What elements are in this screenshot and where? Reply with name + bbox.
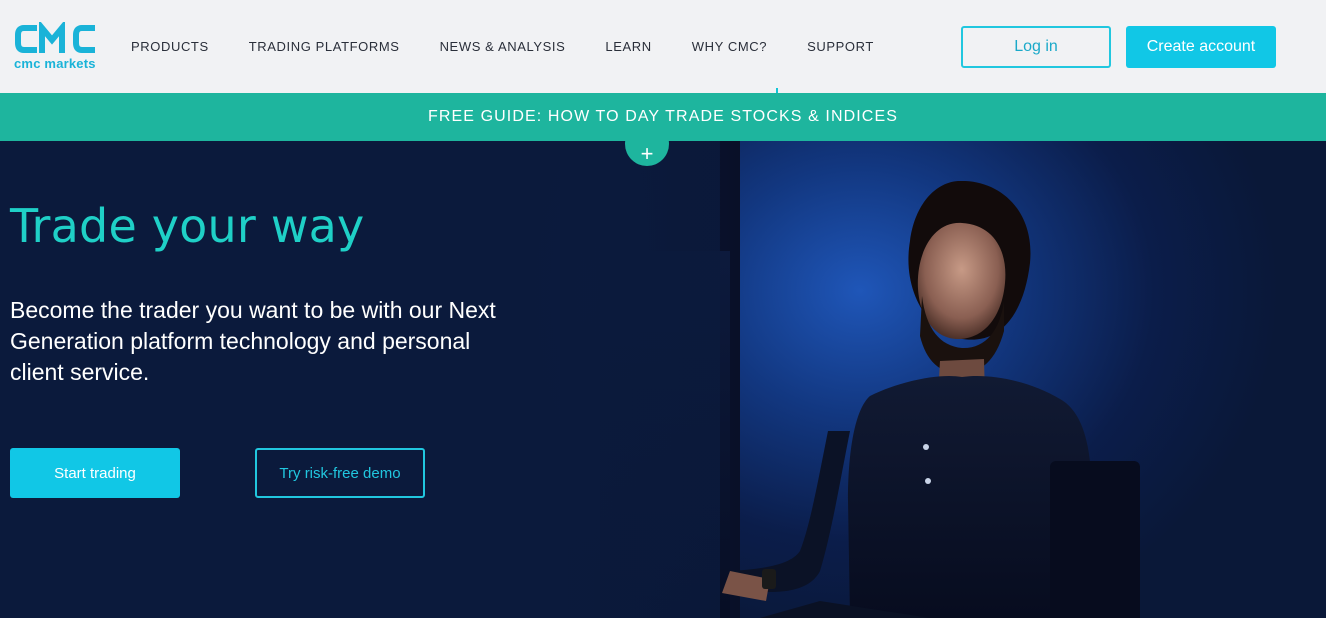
main-nav: PRODUCTS TRADING PLATFORMS NEWS & ANALYS… (131, 39, 914, 54)
chair-back (1050, 461, 1140, 618)
banner-text: FREE GUIDE: HOW TO DAY TRADE STOCKS & IN… (427, 108, 899, 125)
start-trading-button[interactable]: Start trading (10, 448, 180, 498)
nav-support[interactable]: SUPPORT (807, 39, 874, 54)
nav-learn[interactable]: LEARN (605, 39, 651, 54)
login-button[interactable]: Log in (961, 26, 1111, 68)
nav-why-cmc[interactable]: WHY CMC? (692, 39, 767, 54)
cmc-logo-mark (15, 22, 95, 53)
hero-subtitle: Become the trader you want to be with ou… (10, 297, 496, 385)
cmc-markets-logo[interactable]: cmc markets (14, 22, 100, 72)
hero-section: Trade your way Become the trader you wan… (0, 141, 1326, 618)
logo-wordmark: cmc markets (14, 56, 96, 71)
plus-glyph: + (640, 140, 654, 166)
top-navigation-bar: cmc markets PRODUCTS TRADING PLATFORMS N… (0, 0, 1326, 94)
try-demo-button[interactable]: Try risk-free demo (255, 448, 425, 498)
nav-news-analysis[interactable]: NEWS & ANALYSIS (440, 39, 566, 54)
free-guide-banner[interactable]: FREE GUIDE: HOW TO DAY TRADE STOCKS & IN… (0, 93, 1326, 141)
nav-trading-platforms[interactable]: TRADING PLATFORMS (249, 39, 400, 54)
create-account-button[interactable]: Create account (1126, 26, 1276, 68)
hero-title: Trade your way (10, 199, 365, 253)
nav-products[interactable]: PRODUCTS (131, 39, 209, 54)
